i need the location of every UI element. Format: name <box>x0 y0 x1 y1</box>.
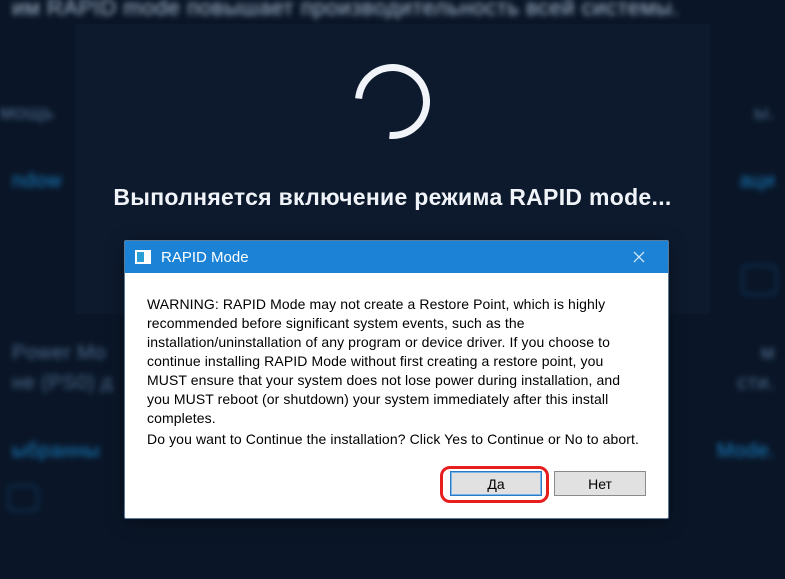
dialog-title: RAPID Mode <box>161 249 620 266</box>
question-text: Do you want to Continue the installation… <box>147 430 646 449</box>
dialog-body: WARNING: RAPID Mode may not create a Res… <box>125 273 668 467</box>
bg-text: аци <box>740 170 775 193</box>
yes-button[interactable]: Да <box>450 471 542 496</box>
bg-text: ы. <box>754 102 775 125</box>
loading-message: Выполняется включение режима RAPID mode.… <box>113 184 671 211</box>
confirmation-dialog: RAPID Mode WARNING: RAPID Mode may not c… <box>124 240 669 519</box>
bg-outline-box <box>8 485 38 511</box>
bg-text: Mode. <box>717 440 775 463</box>
warning-text: WARNING: RAPID Mode may not create a Res… <box>147 295 646 428</box>
close-button[interactable] <box>620 243 658 271</box>
close-icon <box>633 251 645 263</box>
loading-spinner-icon <box>340 49 446 155</box>
dialog-footer: Да Нет <box>125 467 668 518</box>
bg-text: ndow <box>12 170 62 193</box>
bg-text: им RAPID mode повышает производительност… <box>12 0 679 21</box>
no-button[interactable]: Нет <box>554 471 646 496</box>
bg-text: ыбранны <box>12 440 100 463</box>
bg-text: Power Moне (PS0) д <box>12 338 113 398</box>
dialog-titlebar[interactable]: RAPID Mode <box>125 241 668 273</box>
app-icon <box>135 250 151 264</box>
bg-text: мощь <box>0 102 54 125</box>
bg-text: мсти. <box>737 338 775 398</box>
bg-outline-box <box>742 265 777 295</box>
